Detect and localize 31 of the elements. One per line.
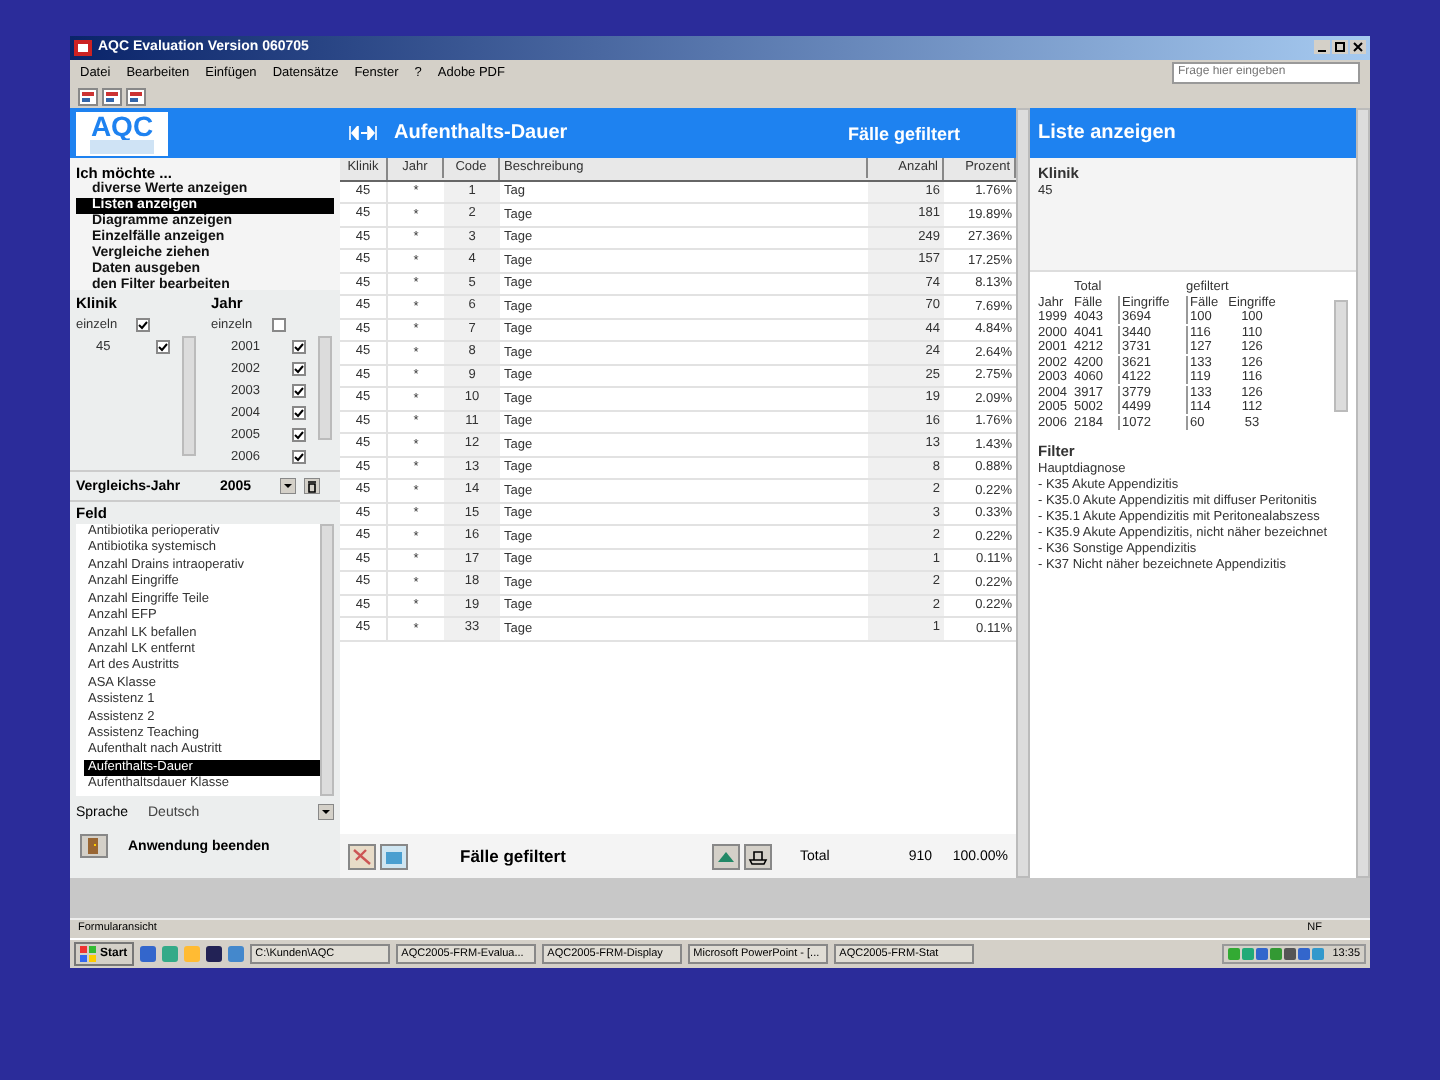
print-icon[interactable] bbox=[744, 843, 772, 870]
checkbox[interactable] bbox=[291, 406, 305, 421]
close-icon[interactable] bbox=[1350, 40, 1366, 55]
checkbox[interactable] bbox=[291, 340, 305, 355]
checkbox[interactable] bbox=[156, 340, 170, 355]
minimize-icon[interactable] bbox=[1314, 40, 1330, 55]
logo-text: AQC bbox=[90, 111, 154, 140]
report-subtitle: Fälle gefiltert bbox=[847, 123, 962, 144]
app-icon[interactable] bbox=[74, 39, 92, 56]
checkbox[interactable] bbox=[271, 318, 285, 333]
door-icon[interactable] bbox=[80, 834, 108, 859]
panel-title: Liste anzeigen bbox=[1038, 122, 1176, 145]
dropdown-icon[interactable] bbox=[318, 804, 334, 821]
form-view-icon[interactable] bbox=[102, 87, 122, 106]
maximize-icon[interactable] bbox=[1332, 40, 1348, 55]
form-view-icon[interactable] bbox=[78, 87, 98, 106]
windows-logo-icon[interactable] bbox=[80, 946, 96, 963]
checkbox[interactable] bbox=[291, 428, 305, 443]
trash-icon[interactable] bbox=[304, 478, 320, 495]
checkbox[interactable] bbox=[291, 362, 305, 377]
checkbox[interactable] bbox=[136, 318, 150, 333]
chart-tool-icon[interactable] bbox=[380, 843, 408, 870]
report-title: Aufenthalts-Dauer bbox=[394, 122, 570, 145]
export-icon[interactable] bbox=[712, 843, 740, 870]
dropdown-icon[interactable] bbox=[280, 478, 296, 495]
filter-tool-icon[interactable] bbox=[348, 843, 376, 870]
checkbox[interactable] bbox=[291, 384, 305, 399]
checkbox[interactable] bbox=[291, 450, 305, 465]
first-last-nav-icon[interactable] bbox=[348, 126, 380, 141]
form-view-icon[interactable] bbox=[126, 87, 146, 106]
footer-title: Fälle gefiltert bbox=[460, 846, 566, 867]
